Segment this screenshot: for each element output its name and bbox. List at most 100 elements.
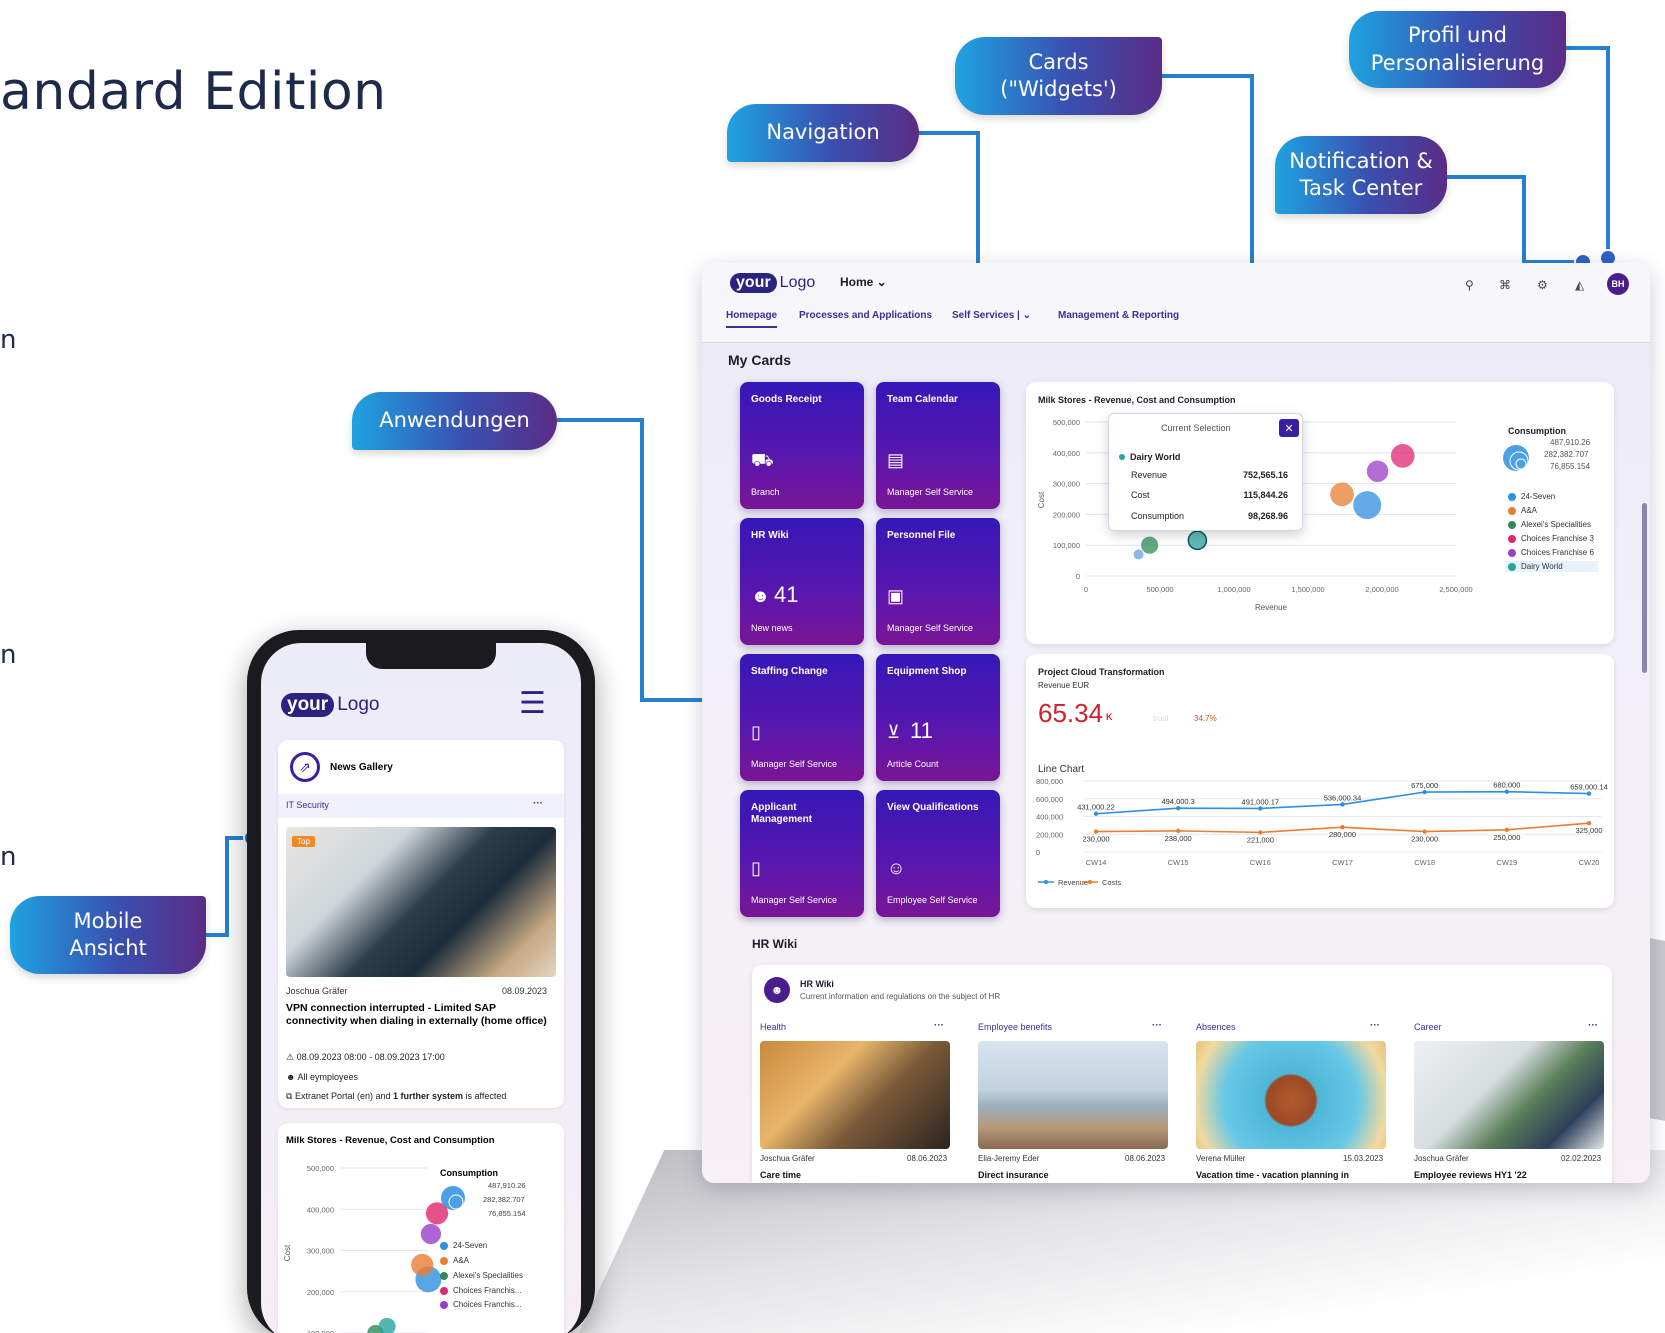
data-label: 536,000.34	[1324, 793, 1362, 802]
office-photo	[1414, 1041, 1604, 1149]
row-label: Cost	[1131, 490, 1150, 500]
more-icon[interactable]: ···	[1370, 1020, 1380, 1031]
hamburger-menu-icon[interactable]: ☰	[519, 689, 546, 719]
legend-item[interactable]: Dairy World	[1506, 561, 1598, 572]
x-tick-label: 500,000	[1146, 585, 1173, 594]
legend-item[interactable]: Choices Franchise 3	[1508, 534, 1594, 543]
tile-view-qualifications[interactable]: View Qualifications ☺ Employee Self Serv…	[876, 790, 1000, 917]
legend-item[interactable]: A&A	[1508, 506, 1537, 515]
legend-item[interactable]: A&A	[440, 1256, 469, 1265]
legend-item[interactable]: Alexei's Specialities	[440, 1271, 523, 1280]
wiki-headline[interactable]: Direct insurance	[978, 1170, 1049, 1180]
wiki-category-career[interactable]: Career	[1414, 1022, 1442, 1032]
news-headline[interactable]: VPN connection interrupted - Limited SAP…	[286, 1002, 548, 1028]
tile-title: Equipment Shop	[887, 666, 967, 677]
line-chart: 800,000 600,000 400,000 200,000 0 CW14 CW15 CW1…	[1036, 777, 1608, 887]
tile-title: Team Calendar	[887, 394, 958, 405]
more-icon[interactable]: ···	[533, 798, 543, 809]
company-logo[interactable]: your Logo	[281, 693, 379, 717]
tile-goods-receipt[interactable]: Goods Receipt ⛟ Branch	[740, 382, 864, 509]
x-axis-label: Revenue	[1255, 603, 1288, 612]
tab-processes[interactable]: Processes and Applications	[799, 310, 932, 321]
wiki-author: Verena Müller	[1196, 1154, 1246, 1163]
legend-item[interactable]: 24-Seven	[1508, 492, 1555, 501]
desktop-screenshot: your Logo Home ⌄ Homepage Processes and …	[702, 263, 1650, 1183]
legend-item[interactable]: Alexei's Specialities	[1508, 520, 1591, 529]
wiki-date: 08.06.2023	[1125, 1154, 1166, 1163]
scrollbar[interactable]	[1642, 503, 1647, 673]
kpi-card[interactable]: Project Cloud Transformation Revenue EUR…	[1026, 654, 1614, 908]
company-logo[interactable]: your Logo	[730, 273, 815, 293]
hr-wiki-card[interactable]: ☻ HR Wiki Current information and regula…	[752, 965, 1612, 1183]
wiki-headline[interactable]: Employee reviews HY1 '22	[1414, 1170, 1527, 1180]
bell-icon[interactable]: ◭	[1575, 278, 1584, 292]
data-label: 675,000	[1411, 781, 1438, 790]
x-tick-label: CW18	[1414, 858, 1435, 867]
legend-item[interactable]: Choices Franchis...	[440, 1286, 521, 1295]
tile-hr-wiki[interactable]: HR Wiki ☻ 41 New news	[740, 518, 864, 645]
bubble-dairy-world	[378, 1317, 396, 1333]
legend-item[interactable]: 24-Seven	[440, 1241, 487, 1250]
callout-applications: Anwendungen	[352, 392, 557, 450]
tile-personnel-file[interactable]: Personnel File ▣ Manager Self Service	[876, 518, 1000, 645]
tile-team-calendar[interactable]: Team Calendar ▤ Manager Self Service	[876, 382, 1000, 509]
bubble-24-seven	[1353, 491, 1382, 520]
phone-notch	[366, 643, 496, 669]
bubble-choices-franchise-6	[420, 1223, 442, 1245]
wiki-category-absences[interactable]: Absences	[1196, 1022, 1236, 1032]
legend-label: Choices Franchise 3	[1521, 534, 1594, 543]
more-icon[interactable]: ···	[934, 1020, 944, 1031]
legend-dot-icon	[440, 1271, 448, 1280]
bicycle-photo	[978, 1041, 1168, 1149]
tab-management[interactable]: Management & Reporting	[1058, 310, 1179, 321]
mobile-bubble-card[interactable]: Milk Stores - Revenue, Cost and Consumpt…	[278, 1123, 564, 1333]
tile-staffing-change[interactable]: Staffing Change ▯ Manager Self Service	[740, 654, 864, 781]
cart-icon: ⊻	[887, 722, 901, 742]
popover-series-name: Dairy World	[1130, 452, 1181, 462]
wiki-category-health[interactable]: Health	[760, 1022, 786, 1032]
callout-cards: Cards ("Widgets')	[955, 37, 1162, 115]
row-value: 115,844.26	[1243, 490, 1288, 500]
bubble-chart-card[interactable]: Milk Stores - Revenue, Cost and Consumpt…	[1026, 382, 1614, 644]
y-tick-label: 400,000	[1036, 813, 1063, 822]
x-tick-label: 2,000,000	[1365, 585, 1398, 594]
tab-self-services[interactable]: Self Services | ⌄	[952, 310, 1031, 321]
news-gallery-card[interactable]: ⇗ News Gallery IT Security ··· Top Josch…	[278, 740, 564, 1108]
people-icon: ☺	[887, 858, 906, 878]
point-costs	[1175, 828, 1181, 834]
selection-popover[interactable]: Current Selection ✕ Dairy World Revenue 7…	[1108, 413, 1303, 531]
tile-title: Goods Receipt	[751, 394, 822, 405]
legend-dot-icon	[1508, 520, 1516, 529]
point-costs	[1504, 827, 1510, 833]
tile-title: Staffing Change	[751, 666, 828, 677]
wiki-headline[interactable]: Vacation time - vacation planning in	[1196, 1170, 1349, 1180]
more-icon[interactable]: ···	[1588, 1020, 1598, 1031]
legend-item[interactable]: Choices Franchis...	[440, 1300, 521, 1309]
legend-label: Costs	[1102, 878, 1121, 887]
wiki-headline[interactable]: Care time	[760, 1170, 801, 1180]
y-tick-label: 500,000	[1053, 418, 1080, 427]
tile-applicant-management[interactable]: Applicant Management ▯ Manager Self Serv…	[740, 790, 864, 917]
point-revenue	[1422, 789, 1427, 795]
wiki-category-benefits[interactable]: Employee benefits	[978, 1022, 1052, 1032]
news-category[interactable]: IT Security	[286, 800, 329, 810]
bubble-choices-franchise-6	[1366, 460, 1389, 483]
tab-homepage[interactable]: Homepage	[726, 310, 778, 328]
more-icon[interactable]: ···	[1152, 1020, 1162, 1031]
popover-row: Revenue 752,565.16	[1131, 470, 1296, 480]
legend-dot-icon	[1508, 562, 1516, 571]
point-revenue	[1504, 789, 1510, 794]
search-icon[interactable]: ⚲	[1465, 278, 1474, 292]
legend-item[interactable]: Choices Franchise 6	[1508, 548, 1594, 557]
bubble-a-a	[1330, 482, 1354, 507]
card-title: HR Wiki	[800, 979, 834, 989]
x-tick-label: CW14	[1086, 858, 1107, 867]
gear-icon[interactable]: ⚙	[1537, 278, 1548, 292]
home-selector[interactable]: Home ⌄	[840, 275, 887, 289]
suitcase-photo	[1196, 1041, 1386, 1149]
legend-label: A&A	[453, 1256, 470, 1265]
close-button[interactable]: ✕	[1279, 419, 1299, 437]
tile-equipment-shop[interactable]: Equipment Shop ⊻ 11 Article Count	[876, 654, 1000, 781]
binoculars-icon[interactable]: ⌘	[1499, 278, 1511, 292]
avatar[interactable]: BH	[1607, 273, 1629, 295]
